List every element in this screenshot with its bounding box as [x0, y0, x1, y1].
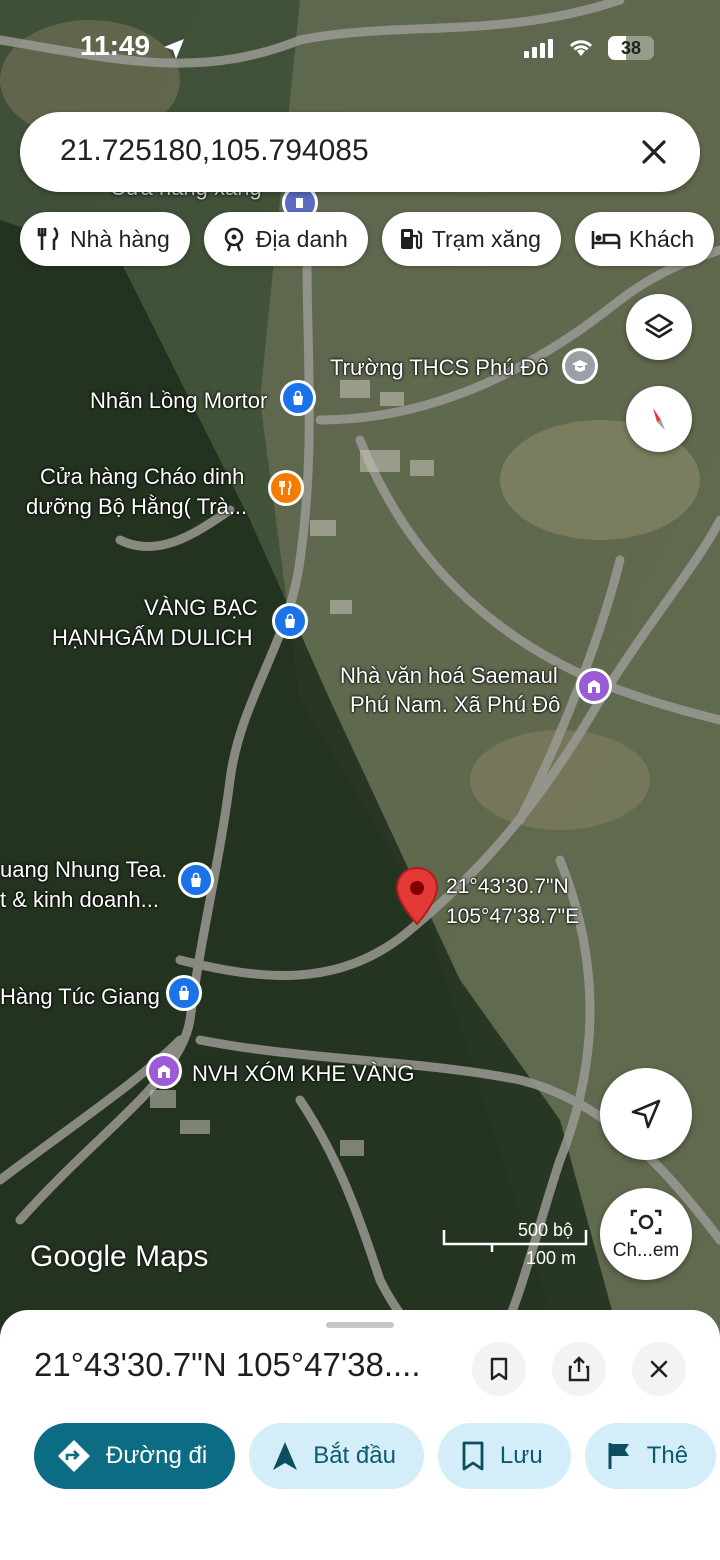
scale-metric: 100 m: [526, 1248, 577, 1268]
lens-button[interactable]: Ch...em: [600, 1188, 692, 1280]
share-icon: [568, 1356, 590, 1382]
my-location-button[interactable]: [600, 1068, 692, 1160]
navigation-arrow-icon: [631, 1099, 661, 1129]
food-pin[interactable]: [268, 470, 304, 506]
location-arrow-icon: [164, 39, 184, 59]
place-label-vang-2: HẠNHGẤM DULICH: [52, 625, 253, 650]
building-icon: [588, 680, 600, 693]
shop-pin-vang[interactable]: [272, 603, 308, 639]
action-label: Lưu: [499, 1442, 543, 1469]
chip-label: Trạm xăng: [431, 225, 541, 252]
dropped-pin-lng: 105°47'38.7"E: [446, 905, 580, 928]
shopping-bag-icon: [179, 985, 189, 1000]
compass-icon: [653, 408, 665, 430]
chip-hotels[interactable]: Khách: [574, 212, 715, 266]
dropped-pin-lat: 21°43'30.7"N: [446, 875, 569, 898]
wifi-icon: [569, 40, 593, 56]
building-icon: [158, 1065, 170, 1078]
shopping-bag-icon: [293, 390, 303, 405]
camera-lens-icon: [630, 1209, 662, 1235]
chip-label: Khách: [628, 225, 695, 252]
bookmark-icon: [462, 1441, 484, 1471]
hotel-icon: [591, 231, 621, 249]
place-label-chao-2: dưỡng Bộ Hằng( Trà...: [26, 494, 248, 519]
share-button[interactable]: [552, 1342, 606, 1396]
action-label: Bắt đầu: [313, 1442, 396, 1469]
action-buttons: Đường đi Bắt đầu Lưu Thê: [34, 1423, 717, 1489]
save-button[interactable]: Lưu: [437, 1423, 571, 1489]
compass-button[interactable]: [626, 386, 692, 452]
google-maps-logo: Google Maps: [30, 1240, 209, 1273]
chip-label: Nhà hàng: [70, 225, 170, 252]
place-label-tuc: Hàng Túc Giang: [0, 984, 160, 1009]
add-label-button[interactable]: Thê: [584, 1423, 717, 1489]
search-bar[interactable]: 21.725180,105.794085: [20, 112, 700, 192]
search-query[interactable]: 21.725180,105.794085: [60, 134, 369, 168]
shopping-bag-icon: [191, 872, 201, 887]
flag-icon: [608, 1443, 629, 1469]
school-pin[interactable]: [562, 348, 598, 384]
chip-landmarks[interactable]: Địa danh: [203, 212, 368, 266]
place-label-nhanlong: Nhãn Lồng Mortor: [90, 388, 268, 413]
civic-pin-khevang[interactable]: [146, 1053, 182, 1089]
restaurant-icon: [279, 480, 292, 495]
gas-icon: [296, 198, 303, 208]
place-label-truong: Trường THCS Phú Đô: [330, 355, 549, 380]
start-button[interactable]: Bắt đầu: [249, 1423, 424, 1489]
close-sheet-button[interactable]: [632, 1342, 686, 1396]
directions-icon: [58, 1440, 90, 1472]
shop-pin-nhanlong[interactable]: [280, 380, 316, 416]
place-label-tea-2: t & kinh doanh...: [0, 887, 159, 912]
place-label-tea-1: uang Nhung Tea.: [0, 857, 168, 882]
place-label-chao-1: Cửa hàng Cháo dinh: [40, 464, 245, 489]
place-sheet[interactable]: 21°43'30.7"N 105°47'38.... Đường đi Bắt …: [0, 1310, 720, 1560]
chip-restaurants[interactable]: Nhà hàng: [20, 212, 190, 266]
landmark-icon: [224, 227, 243, 252]
lens-button-label: Ch...em: [612, 1240, 680, 1261]
action-label: Đường đi: [106, 1442, 208, 1469]
civic-pin-saemaul[interactable]: [576, 668, 612, 704]
place-label-khevang: NVH XÓM KHE VÀNG: [192, 1061, 415, 1086]
place-label-vang-1: VÀNG BẠC: [144, 595, 258, 620]
sheet-title: 21°43'30.7"N 105°47'38....: [34, 1346, 421, 1383]
battery-level: 38: [620, 38, 642, 58]
layers-button[interactable]: [626, 294, 692, 360]
drag-handle[interactable]: [326, 1322, 394, 1328]
chip-gas[interactable]: Trạm xăng: [381, 212, 561, 266]
chip-label: Địa danh: [255, 225, 348, 252]
place-label-nvh-2: Phú Nam. Xã Phú Đô: [350, 692, 561, 717]
action-label: Thê: [646, 1442, 689, 1469]
directions-button[interactable]: Đường đi: [34, 1423, 236, 1489]
battery-icon: 38: [608, 36, 654, 60]
gas-station-icon: [400, 229, 422, 250]
school-icon: [572, 360, 588, 372]
bookmark-icon: [490, 1357, 508, 1381]
map-scale: 500 bộ 100 m: [440, 1220, 590, 1272]
clear-search-icon[interactable]: [632, 130, 676, 174]
layers-icon: [644, 313, 674, 339]
shop-pin-tea[interactable]: [178, 862, 214, 898]
shopping-bag-icon: [285, 613, 295, 628]
dropped-pin-icon[interactable]: [394, 866, 440, 928]
status-time: 11:49: [80, 30, 151, 61]
cellular-signal-icon: [524, 39, 553, 58]
restaurant-icon: [37, 226, 59, 250]
navigation-start-icon: [273, 1442, 298, 1470]
shop-pin-tuc[interactable]: [166, 975, 202, 1011]
close-icon: [650, 1360, 668, 1378]
place-label-nvh-1: Nhà văn hoá Saemaul: [340, 663, 558, 688]
category-chips: Nhà hàng Địa danh Trạm xăng Khách: [20, 212, 715, 266]
status-bar: 11:49 38: [0, 0, 720, 96]
save-bookmark-button[interactable]: [472, 1342, 526, 1396]
